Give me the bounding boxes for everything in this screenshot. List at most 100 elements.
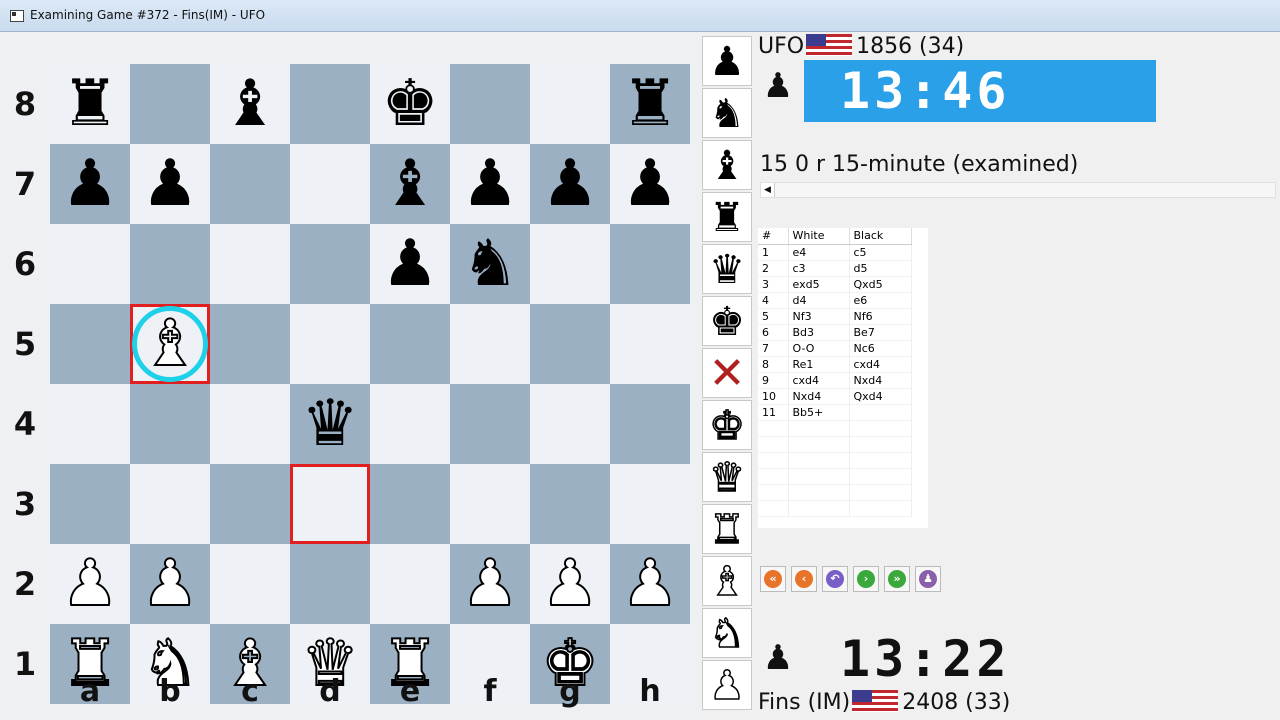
move-row[interactable]: 1 e4 c5 [758, 244, 912, 261]
square-e8[interactable]: ♚ [370, 64, 450, 144]
black-knight-icon[interactable]: ♞ [702, 88, 752, 138]
square-h5[interactable] [610, 304, 690, 384]
prev-move-button[interactable]: ‹ [791, 566, 817, 592]
move-white[interactable]: e4 [788, 244, 850, 261]
move-black[interactable] [849, 404, 912, 421]
square-d5[interactable] [290, 304, 370, 384]
square-c5[interactable] [210, 304, 290, 384]
move-white[interactable]: Nxd4 [788, 388, 850, 405]
square-a3[interactable] [50, 464, 130, 544]
square-h3[interactable] [610, 464, 690, 544]
black-pawn-icon[interactable]: ♟ [130, 144, 210, 224]
black-queen-icon[interactable]: ♛ [290, 384, 370, 464]
black-bishop-icon[interactable]: ♝ [702, 140, 752, 190]
square-e5[interactable] [370, 304, 450, 384]
square-f4[interactable] [450, 384, 530, 464]
square-e7[interactable]: ♝ [370, 144, 450, 224]
move-black[interactable]: Be7 [849, 324, 912, 341]
move-white[interactable]: c3 [788, 260, 850, 277]
white-pawn-icon[interactable]: ♟ [130, 544, 210, 624]
square-h2[interactable]: ♟ [610, 544, 690, 624]
move-black[interactable]: cxd4 [849, 356, 912, 373]
square-a4[interactable] [50, 384, 130, 464]
square-b3[interactable] [130, 464, 210, 544]
square-d4[interactable]: ♛ [290, 384, 370, 464]
square-c4[interactable] [210, 384, 290, 464]
square-d8[interactable] [290, 64, 370, 144]
square-g6[interactable] [530, 224, 610, 304]
white-pawn-icon[interactable]: ♟ [450, 544, 530, 624]
square-b5[interactable]: ♝ [130, 304, 210, 384]
black-rook-icon[interactable]: ♜ [50, 64, 130, 144]
black-knight-icon[interactable]: ♞ [450, 224, 530, 304]
square-a2[interactable]: ♟ [50, 544, 130, 624]
square-a8[interactable]: ♜ [50, 64, 130, 144]
move-white[interactable]: Nf3 [788, 308, 850, 325]
black-king-icon[interactable]: ♚ [370, 64, 450, 144]
square-c6[interactable] [210, 224, 290, 304]
square-f3[interactable] [450, 464, 530, 544]
square-a7[interactable]: ♟ [50, 144, 130, 224]
black-pawn-icon[interactable]: ♟ [610, 144, 690, 224]
move-white[interactable]: Bd3 [788, 324, 850, 341]
scroll-left-icon[interactable]: ◀ [761, 183, 775, 197]
white-queen-icon[interactable]: ♛ [702, 452, 752, 502]
square-d3[interactable] [290, 464, 370, 544]
square-b4[interactable] [130, 384, 210, 464]
move-white[interactable]: Bb5+ [788, 404, 850, 421]
black-bishop-icon[interactable]: ♝ [370, 144, 450, 224]
square-c7[interactable] [210, 144, 290, 224]
delete-x-icon[interactable]: ✕ [702, 348, 752, 399]
move-row[interactable]: 4 d4 e6 [758, 292, 912, 309]
white-bishop-icon[interactable]: ♝ [702, 556, 752, 606]
move-row[interactable]: 11 Bb5+ [758, 404, 912, 421]
white-knight-icon[interactable]: ♞ [702, 608, 752, 658]
move-black[interactable]: Nf6 [849, 308, 912, 325]
square-g8[interactable] [530, 64, 610, 144]
square-b2[interactable]: ♟ [130, 544, 210, 624]
black-pawn-icon[interactable]: ♟ [450, 144, 530, 224]
last-move-button[interactable]: » [884, 566, 910, 592]
move-row[interactable]: 8 Re1 cxd4 [758, 356, 912, 373]
move-black[interactable]: d5 [849, 260, 912, 277]
move-white[interactable]: O-O [788, 340, 850, 357]
black-pawn-icon[interactable]: ♟ [50, 144, 130, 224]
black-pawn-icon[interactable]: ♟ [370, 224, 450, 304]
square-d7[interactable] [290, 144, 370, 224]
square-g2[interactable]: ♟ [530, 544, 610, 624]
white-king-icon[interactable]: ♚ [702, 400, 752, 450]
move-white[interactable]: Re1 [788, 356, 850, 373]
square-b6[interactable] [130, 224, 210, 304]
move-row[interactable]: 9 cxd4 Nxd4 [758, 372, 912, 389]
move-black[interactable]: Qxd5 [849, 276, 912, 293]
square-g5[interactable] [530, 304, 610, 384]
square-e2[interactable] [370, 544, 450, 624]
square-f5[interactable] [450, 304, 530, 384]
white-pawn-icon[interactable]: ♟ [50, 544, 130, 624]
info-scrollbar[interactable]: ◀ [760, 182, 1276, 198]
square-g3[interactable] [530, 464, 610, 544]
chess-board[interactable]: ♜ ♝ ♚ ♜ ♟ ♟ ♝ ♟ ♟ ♟ ♟ ♞ ♝ ♛ ♟ ♟ ♟ ♟ ♟ ♜ ♞ ♝ ♛ ♜ ♚ [50, 64, 690, 704]
square-e3[interactable] [370, 464, 450, 544]
square-g4[interactable] [530, 384, 610, 464]
analysis-button[interactable]: ♟ [915, 566, 941, 592]
white-pawn-icon[interactable]: ♟ [702, 660, 752, 710]
black-bishop-icon[interactable]: ♝ [210, 64, 290, 144]
square-c8[interactable]: ♝ [210, 64, 290, 144]
black-king-icon[interactable]: ♚ [702, 296, 752, 346]
move-row[interactable]: 7 O-O Nc6 [758, 340, 912, 357]
move-black[interactable]: e6 [849, 292, 912, 309]
square-c2[interactable] [210, 544, 290, 624]
black-pawn-icon[interactable]: ♟ [702, 36, 752, 86]
undo-button[interactable]: ↶ [822, 566, 848, 592]
square-e6[interactable]: ♟ [370, 224, 450, 304]
square-a6[interactable] [50, 224, 130, 304]
square-f7[interactable]: ♟ [450, 144, 530, 224]
move-row[interactable]: 3 exd5 Qxd5 [758, 276, 912, 293]
move-row[interactable]: 10 Nxd4 Qxd4 [758, 388, 912, 405]
move-white[interactable]: cxd4 [788, 372, 850, 389]
move-row[interactable]: 2 c3 d5 [758, 260, 912, 277]
move-row[interactable]: 5 Nf3 Nf6 [758, 308, 912, 325]
move-row[interactable]: 6 Bd3 Be7 [758, 324, 912, 341]
move-black[interactable]: Qxd4 [849, 388, 912, 405]
